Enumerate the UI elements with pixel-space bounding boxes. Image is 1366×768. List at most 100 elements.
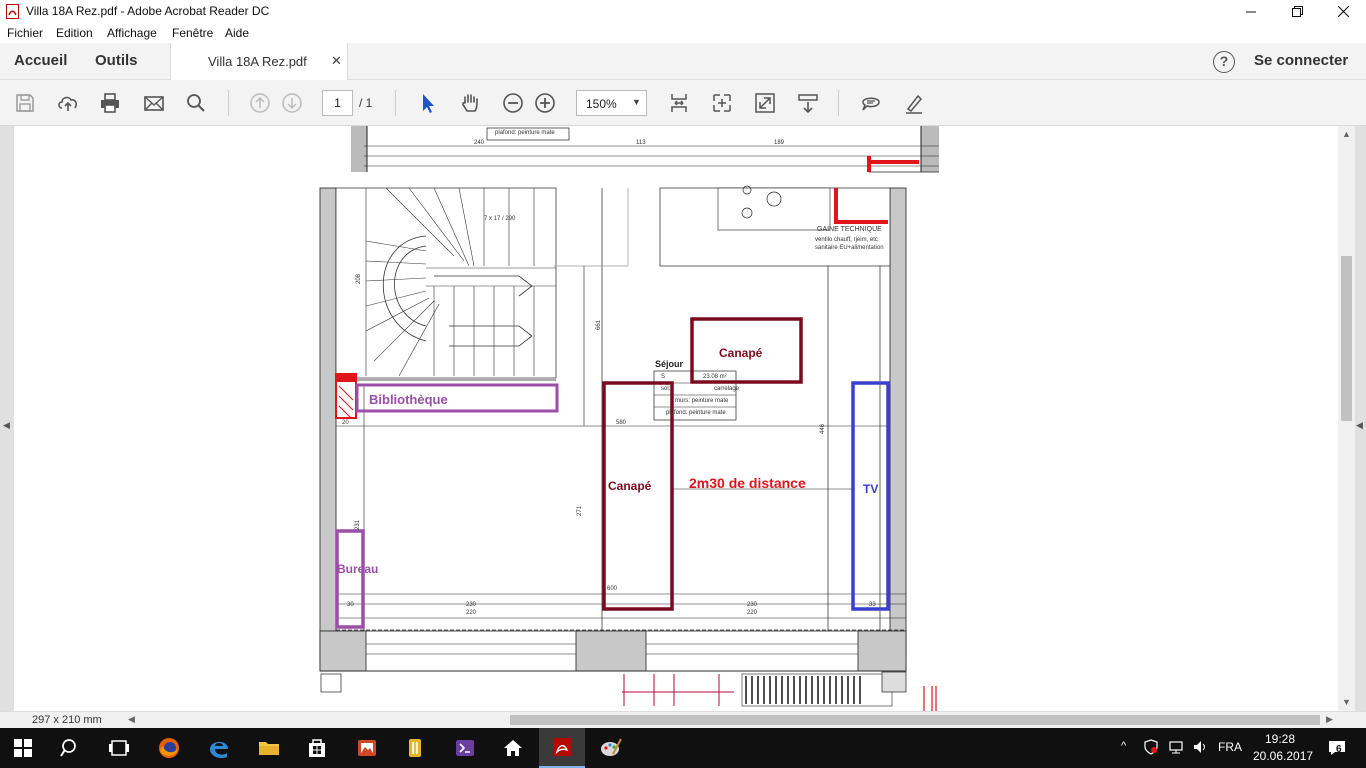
dimension-33: 33	[869, 602, 876, 608]
gaine-title: GAINE TECHNIQUE	[817, 226, 882, 233]
print-icon[interactable]	[97, 90, 123, 116]
scroll-right-icon[interactable]: ▶	[1326, 714, 1333, 725]
room-name: Séjour	[655, 359, 684, 369]
media-app-icon[interactable]	[442, 728, 488, 768]
select-arrow-icon[interactable]	[414, 90, 440, 116]
firefox-icon[interactable]	[146, 728, 192, 768]
close-tab-icon[interactable]: ✕	[331, 53, 342, 69]
horizontal-scrollbar[interactable]: ◀ ▶	[124, 712, 1338, 728]
close-window-button[interactable]	[1320, 0, 1366, 23]
search-icon[interactable]	[183, 90, 209, 116]
vertical-scroll-thumb[interactable]	[1341, 256, 1352, 421]
search-icon[interactable]	[48, 728, 94, 768]
security-tray-icon[interactable]	[1143, 739, 1159, 755]
fit-page-icon[interactable]	[666, 90, 692, 116]
horizontal-scroll-thumb[interactable]	[510, 715, 1320, 725]
scroll-mode-icon[interactable]	[795, 90, 821, 116]
dimension-220-right: 220	[747, 610, 758, 616]
tab-tools[interactable]: Outils	[95, 52, 138, 69]
scroll-down-icon[interactable]: ▼	[1342, 697, 1351, 707]
scroll-up-icon[interactable]: ▲	[1342, 129, 1351, 139]
dimension-580: 580	[616, 420, 627, 426]
scroll-left-icon[interactable]: ◀	[128, 714, 135, 725]
task-view-icon[interactable]	[96, 728, 142, 768]
help-icon[interactable]: ?	[1213, 51, 1235, 73]
room-walls: murs: peinture mate	[675, 398, 729, 404]
dimension-446: 446	[820, 423, 827, 435]
toolbar-divider	[838, 90, 839, 116]
windows-start-icon[interactable]	[0, 728, 46, 768]
acrobat-pdf-icon	[6, 4, 19, 19]
gaine-line1: ventilo chauff, rjeim, etc	[815, 237, 878, 243]
paint-app-icon[interactable]	[588, 728, 634, 768]
previous-page-icon[interactable]	[247, 90, 273, 116]
left-panel-toggle-icon[interactable]: ◀	[3, 420, 10, 431]
zoom-select[interactable]: 150% ▼	[576, 90, 647, 116]
bureau-label: Bureau	[337, 562, 379, 576]
file-explorer-icon[interactable]	[246, 728, 292, 768]
dimension-208: 208	[356, 273, 363, 285]
restore-button[interactable]	[1274, 0, 1320, 23]
dimension-661: 661	[596, 319, 603, 331]
dimension-240: 240	[474, 140, 485, 146]
photo-app-icon[interactable]	[344, 728, 390, 768]
top-ceiling-note: plafond: peinture mate	[495, 130, 555, 136]
zoom-in-icon[interactable]	[532, 90, 558, 116]
menu-fichier[interactable]: Fichier	[7, 26, 43, 40]
tab-document[interactable]: Villa 18A Rez.pdf ✕	[170, 43, 348, 80]
menu-affichage[interactable]: Affichage	[107, 26, 157, 40]
highlight-pen-icon[interactable]	[901, 90, 927, 116]
dimension-220-left: 220	[466, 610, 477, 616]
network-tray-icon[interactable]	[1168, 739, 1184, 755]
zoom-value: 150%	[586, 97, 617, 111]
comment-icon[interactable]	[858, 90, 884, 116]
home-icon[interactable]	[490, 728, 536, 768]
dimension-271: 271	[577, 505, 584, 517]
pdf-page: plafond: peinture mate 240 113 189 7 x 1…	[14, 126, 1338, 711]
store-icon[interactable]	[294, 728, 340, 768]
menu-bar: Fichier Edition Affichage Fenêtre Aide	[0, 23, 1366, 43]
distance-label: 2m30 de distance	[689, 475, 806, 491]
dimension-189: 189	[774, 140, 785, 146]
dimension-113: 113	[636, 140, 646, 146]
next-page-icon[interactable]	[279, 90, 305, 116]
toolbar-divider	[228, 90, 229, 116]
dimension-30: 30	[347, 602, 354, 608]
tv-label: TV	[863, 482, 879, 496]
vertical-scrollbar[interactable]: ▲ ▼	[1338, 126, 1355, 711]
room-area-prefix: S	[661, 374, 666, 380]
stair-note: 7 x 17 / 290	[484, 216, 516, 222]
minimize-button[interactable]	[1228, 0, 1274, 23]
room-area: 23.08 m²	[703, 374, 727, 380]
window-title: Villa 18A Rez.pdf - Adobe Acrobat Reader…	[26, 4, 270, 18]
notification-count-badge: 6	[1336, 744, 1342, 755]
dimension-20: 20	[342, 420, 349, 426]
menu-fenetre[interactable]: Fenêtre	[172, 26, 213, 40]
dimension-230-left: 230	[466, 602, 477, 608]
tab-home[interactable]: Accueil	[14, 52, 67, 69]
hand-tool-icon[interactable]	[457, 90, 483, 116]
full-screen-icon[interactable]	[752, 90, 778, 116]
toolbar-divider	[395, 90, 396, 116]
right-panel-toggle-icon[interactable]: ◀	[1356, 420, 1363, 431]
language-indicator[interactable]: FRA	[1218, 740, 1242, 754]
archive-app-icon[interactable]	[392, 728, 438, 768]
cloud-upload-icon[interactable]	[55, 90, 81, 116]
zoom-out-icon[interactable]	[500, 90, 526, 116]
sign-in-link[interactable]: Se connecter	[1254, 52, 1348, 69]
volume-tray-icon[interactable]	[1192, 739, 1208, 755]
clock-date[interactable]: 20.06.2017	[1253, 749, 1313, 763]
document-viewport[interactable]: ◀ ◀ plafond: peinture mate 240 113 189 7…	[0, 126, 1366, 711]
email-icon[interactable]	[141, 90, 167, 116]
edge-icon[interactable]	[196, 728, 242, 768]
page-number-input[interactable]: 1	[322, 90, 353, 116]
rotate-fit-icon[interactable]	[709, 90, 735, 116]
clock-time[interactable]: 19:28	[1265, 732, 1295, 746]
save-icon[interactable]	[12, 90, 38, 116]
taskbar: ^ FRA 19:28 20.06.2017 6	[0, 728, 1366, 768]
acrobat-taskbar-icon[interactable]	[539, 728, 585, 768]
tray-expand-icon[interactable]: ^	[1121, 740, 1126, 752]
title-bar: Villa 18A Rez.pdf - Adobe Acrobat Reader…	[0, 0, 1366, 23]
menu-edition[interactable]: Edition	[56, 26, 93, 40]
menu-aide[interactable]: Aide	[225, 26, 249, 40]
